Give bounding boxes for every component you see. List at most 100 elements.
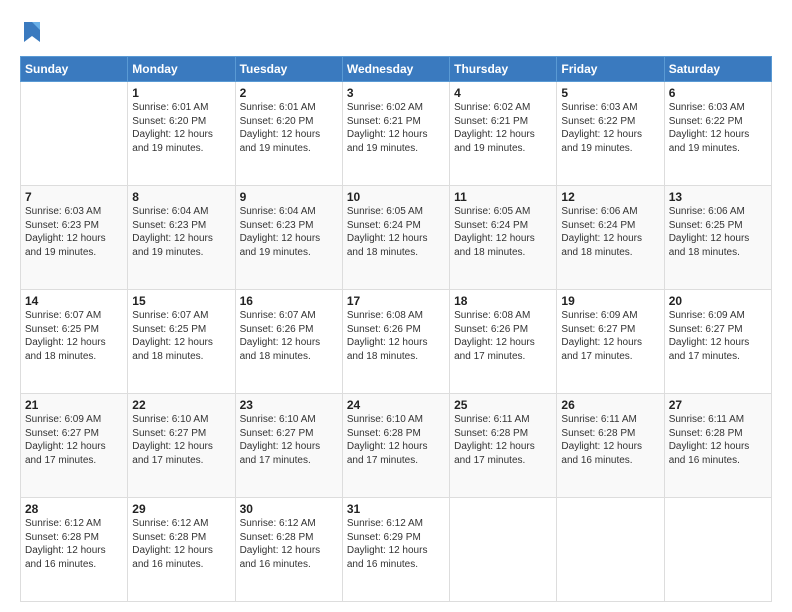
weekday-header-monday: Monday xyxy=(128,57,235,82)
calendar-cell: 21Sunrise: 6:09 AMSunset: 6:27 PMDayligh… xyxy=(21,394,128,498)
calendar-cell: 25Sunrise: 6:11 AMSunset: 6:28 PMDayligh… xyxy=(450,394,557,498)
day-number: 1 xyxy=(132,86,230,100)
day-number: 10 xyxy=(347,190,445,204)
day-info: Sunrise: 6:10 AMSunset: 6:28 PMDaylight:… xyxy=(347,413,445,467)
day-number: 23 xyxy=(240,398,338,412)
day-info: Sunrise: 6:11 AMSunset: 6:28 PMDaylight:… xyxy=(454,413,552,467)
day-number: 16 xyxy=(240,294,338,308)
calendar-cell: 15Sunrise: 6:07 AMSunset: 6:25 PMDayligh… xyxy=(128,290,235,394)
day-number: 29 xyxy=(132,502,230,516)
calendar-cell xyxy=(664,498,771,602)
calendar-cell: 19Sunrise: 6:09 AMSunset: 6:27 PMDayligh… xyxy=(557,290,664,394)
header xyxy=(20,16,772,46)
day-info: Sunrise: 6:03 AMSunset: 6:23 PMDaylight:… xyxy=(25,205,123,259)
day-info: Sunrise: 6:05 AMSunset: 6:24 PMDaylight:… xyxy=(347,205,445,259)
day-info: Sunrise: 6:04 AMSunset: 6:23 PMDaylight:… xyxy=(240,205,338,259)
calendar-cell: 9Sunrise: 6:04 AMSunset: 6:23 PMDaylight… xyxy=(235,186,342,290)
calendar-cell: 14Sunrise: 6:07 AMSunset: 6:25 PMDayligh… xyxy=(21,290,128,394)
calendar-cell: 28Sunrise: 6:12 AMSunset: 6:28 PMDayligh… xyxy=(21,498,128,602)
calendar-cell: 26Sunrise: 6:11 AMSunset: 6:28 PMDayligh… xyxy=(557,394,664,498)
day-info: Sunrise: 6:01 AMSunset: 6:20 PMDaylight:… xyxy=(132,101,230,155)
page: SundayMondayTuesdayWednesdayThursdayFrid… xyxy=(0,0,792,612)
calendar-cell: 3Sunrise: 6:02 AMSunset: 6:21 PMDaylight… xyxy=(342,82,449,186)
day-info: Sunrise: 6:12 AMSunset: 6:28 PMDaylight:… xyxy=(132,517,230,571)
calendar-cell: 29Sunrise: 6:12 AMSunset: 6:28 PMDayligh… xyxy=(128,498,235,602)
calendar-cell: 18Sunrise: 6:08 AMSunset: 6:26 PMDayligh… xyxy=(450,290,557,394)
weekday-header-row: SundayMondayTuesdayWednesdayThursdayFrid… xyxy=(21,57,772,82)
day-info: Sunrise: 6:09 AMSunset: 6:27 PMDaylight:… xyxy=(561,309,659,363)
week-row-5: 28Sunrise: 6:12 AMSunset: 6:28 PMDayligh… xyxy=(21,498,772,602)
day-number: 30 xyxy=(240,502,338,516)
day-number: 28 xyxy=(25,502,123,516)
day-info: Sunrise: 6:09 AMSunset: 6:27 PMDaylight:… xyxy=(25,413,123,467)
day-number: 8 xyxy=(132,190,230,204)
calendar-cell: 2Sunrise: 6:01 AMSunset: 6:20 PMDaylight… xyxy=(235,82,342,186)
day-info: Sunrise: 6:10 AMSunset: 6:27 PMDaylight:… xyxy=(240,413,338,467)
week-row-4: 21Sunrise: 6:09 AMSunset: 6:27 PMDayligh… xyxy=(21,394,772,498)
day-info: Sunrise: 6:03 AMSunset: 6:22 PMDaylight:… xyxy=(561,101,659,155)
day-number: 6 xyxy=(669,86,767,100)
day-info: Sunrise: 6:04 AMSunset: 6:23 PMDaylight:… xyxy=(132,205,230,259)
day-number: 25 xyxy=(454,398,552,412)
calendar-cell: 24Sunrise: 6:10 AMSunset: 6:28 PMDayligh… xyxy=(342,394,449,498)
week-row-3: 14Sunrise: 6:07 AMSunset: 6:25 PMDayligh… xyxy=(21,290,772,394)
calendar-cell: 12Sunrise: 6:06 AMSunset: 6:24 PMDayligh… xyxy=(557,186,664,290)
weekday-header-sunday: Sunday xyxy=(21,57,128,82)
weekday-header-wednesday: Wednesday xyxy=(342,57,449,82)
calendar-cell: 13Sunrise: 6:06 AMSunset: 6:25 PMDayligh… xyxy=(664,186,771,290)
day-number: 14 xyxy=(25,294,123,308)
weekday-header-friday: Friday xyxy=(557,57,664,82)
day-info: Sunrise: 6:11 AMSunset: 6:28 PMDaylight:… xyxy=(669,413,767,467)
calendar-cell xyxy=(450,498,557,602)
day-number: 22 xyxy=(132,398,230,412)
calendar-cell: 7Sunrise: 6:03 AMSunset: 6:23 PMDaylight… xyxy=(21,186,128,290)
calendar-cell: 31Sunrise: 6:12 AMSunset: 6:29 PMDayligh… xyxy=(342,498,449,602)
day-number: 5 xyxy=(561,86,659,100)
logo xyxy=(20,16,42,46)
day-number: 11 xyxy=(454,190,552,204)
day-number: 2 xyxy=(240,86,338,100)
calendar-cell: 23Sunrise: 6:10 AMSunset: 6:27 PMDayligh… xyxy=(235,394,342,498)
day-number: 27 xyxy=(669,398,767,412)
calendar-cell: 10Sunrise: 6:05 AMSunset: 6:24 PMDayligh… xyxy=(342,186,449,290)
day-number: 3 xyxy=(347,86,445,100)
calendar-cell: 8Sunrise: 6:04 AMSunset: 6:23 PMDaylight… xyxy=(128,186,235,290)
calendar-cell xyxy=(557,498,664,602)
day-info: Sunrise: 6:08 AMSunset: 6:26 PMDaylight:… xyxy=(347,309,445,363)
day-info: Sunrise: 6:05 AMSunset: 6:24 PMDaylight:… xyxy=(454,205,552,259)
day-info: Sunrise: 6:02 AMSunset: 6:21 PMDaylight:… xyxy=(347,101,445,155)
day-number: 7 xyxy=(25,190,123,204)
day-number: 13 xyxy=(669,190,767,204)
weekday-header-thursday: Thursday xyxy=(450,57,557,82)
day-info: Sunrise: 6:07 AMSunset: 6:26 PMDaylight:… xyxy=(240,309,338,363)
calendar-cell: 17Sunrise: 6:08 AMSunset: 6:26 PMDayligh… xyxy=(342,290,449,394)
calendar-cell: 4Sunrise: 6:02 AMSunset: 6:21 PMDaylight… xyxy=(450,82,557,186)
day-number: 24 xyxy=(347,398,445,412)
calendar-table: SundayMondayTuesdayWednesdayThursdayFrid… xyxy=(20,56,772,602)
calendar-cell: 27Sunrise: 6:11 AMSunset: 6:28 PMDayligh… xyxy=(664,394,771,498)
day-number: 20 xyxy=(669,294,767,308)
day-info: Sunrise: 6:06 AMSunset: 6:25 PMDaylight:… xyxy=(669,205,767,259)
calendar-cell: 6Sunrise: 6:03 AMSunset: 6:22 PMDaylight… xyxy=(664,82,771,186)
day-info: Sunrise: 6:12 AMSunset: 6:29 PMDaylight:… xyxy=(347,517,445,571)
day-number: 31 xyxy=(347,502,445,516)
day-number: 19 xyxy=(561,294,659,308)
day-number: 4 xyxy=(454,86,552,100)
day-info: Sunrise: 6:12 AMSunset: 6:28 PMDaylight:… xyxy=(25,517,123,571)
calendar-cell: 16Sunrise: 6:07 AMSunset: 6:26 PMDayligh… xyxy=(235,290,342,394)
weekday-header-tuesday: Tuesday xyxy=(235,57,342,82)
day-number: 26 xyxy=(561,398,659,412)
day-info: Sunrise: 6:09 AMSunset: 6:27 PMDaylight:… xyxy=(669,309,767,363)
day-info: Sunrise: 6:01 AMSunset: 6:20 PMDaylight:… xyxy=(240,101,338,155)
day-info: Sunrise: 6:03 AMSunset: 6:22 PMDaylight:… xyxy=(669,101,767,155)
day-info: Sunrise: 6:11 AMSunset: 6:28 PMDaylight:… xyxy=(561,413,659,467)
calendar-cell: 5Sunrise: 6:03 AMSunset: 6:22 PMDaylight… xyxy=(557,82,664,186)
day-info: Sunrise: 6:08 AMSunset: 6:26 PMDaylight:… xyxy=(454,309,552,363)
day-number: 18 xyxy=(454,294,552,308)
day-info: Sunrise: 6:06 AMSunset: 6:24 PMDaylight:… xyxy=(561,205,659,259)
calendar-cell: 20Sunrise: 6:09 AMSunset: 6:27 PMDayligh… xyxy=(664,290,771,394)
day-info: Sunrise: 6:07 AMSunset: 6:25 PMDaylight:… xyxy=(25,309,123,363)
logo-icon xyxy=(22,16,42,44)
day-number: 17 xyxy=(347,294,445,308)
week-row-2: 7Sunrise: 6:03 AMSunset: 6:23 PMDaylight… xyxy=(21,186,772,290)
